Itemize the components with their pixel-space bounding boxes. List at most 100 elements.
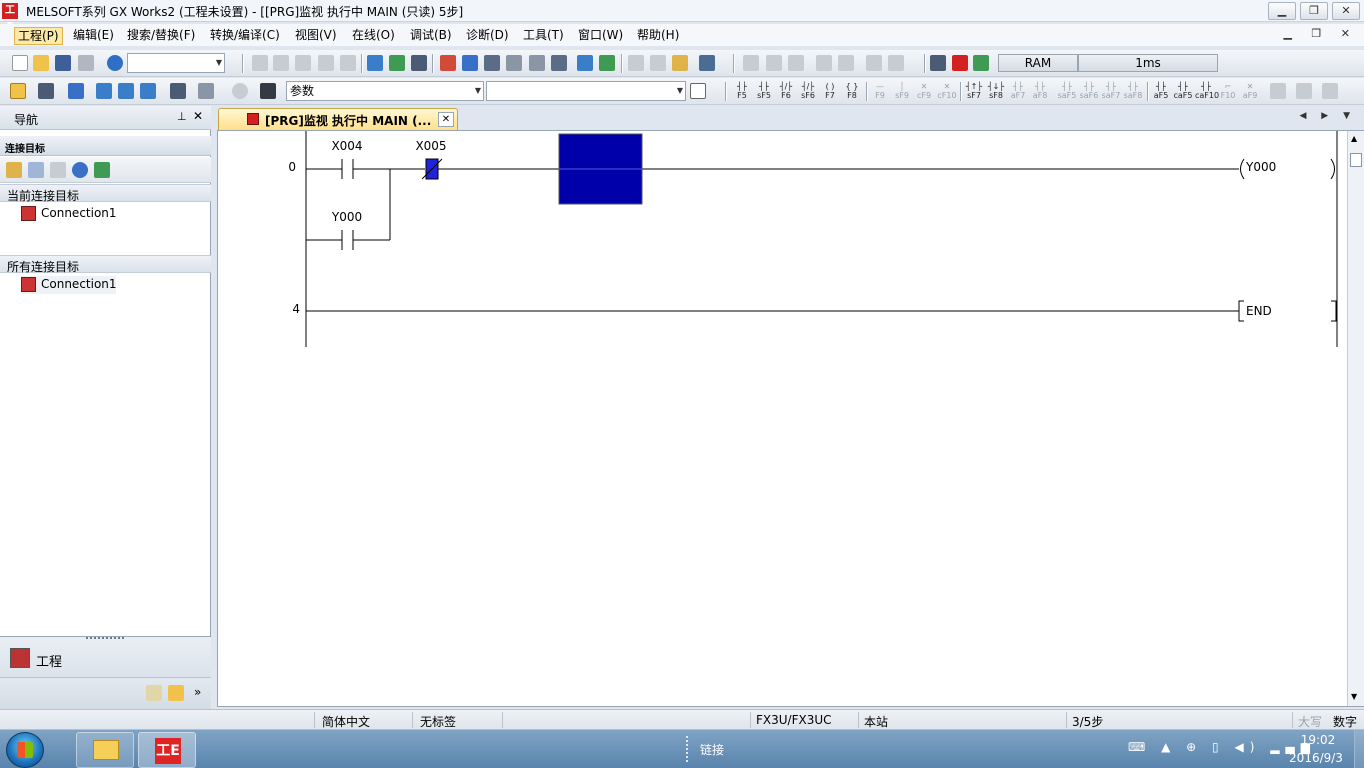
dev-window-1-icon[interactable] xyxy=(96,83,112,99)
fkey-f6[interactable]: ┤/├ F6 xyxy=(777,82,795,100)
plc-status-icon[interactable] xyxy=(930,55,946,71)
dev-test-icon[interactable] xyxy=(599,55,615,71)
read-plc-icon[interactable] xyxy=(462,55,478,71)
watch-window-icon[interactable] xyxy=(170,83,186,99)
minimize-button[interactable]: ▁ xyxy=(1268,2,1296,20)
menu-convert-compile[interactable]: 转换/编译(C) xyxy=(207,27,283,45)
menu-debug[interactable]: 调试(B) xyxy=(407,27,455,45)
navigation-toggle-icon[interactable] xyxy=(10,83,26,99)
fkey-f8[interactable]: { } F8 xyxy=(843,82,861,100)
run-icon[interactable] xyxy=(973,55,989,71)
breakpoint-icon[interactable] xyxy=(650,55,666,71)
info-icon[interactable] xyxy=(72,162,88,178)
ladder-edit-icon[interactable] xyxy=(1296,83,1312,99)
mdi-window-controls[interactable]: ▁ ❐ ✕ xyxy=(1283,27,1358,40)
restore-button[interactable]: ❐ xyxy=(1300,2,1328,20)
pin-icon[interactable]: ⊥ xyxy=(177,110,187,123)
device-list-icon[interactable] xyxy=(389,55,405,71)
binoculars-icon[interactable] xyxy=(260,83,276,99)
vertical-scrollbar[interactable]: ▲ ▼ xyxy=(1347,131,1364,706)
verify-plc-icon[interactable] xyxy=(484,55,500,71)
project-view-button[interactable]: 工程 xyxy=(36,651,62,670)
fkey-saf8[interactable]: ┤├ saF8 xyxy=(1123,82,1143,100)
links-toolbar[interactable]: 链接 xyxy=(700,741,724,758)
device-combo[interactable] xyxy=(486,81,686,101)
menu-tools[interactable]: 工具(T) xyxy=(520,27,567,45)
fkey-af9[interactable]: ✕ aF9 xyxy=(1241,82,1259,100)
document-icon[interactable] xyxy=(690,83,706,99)
ladder-delete-icon[interactable] xyxy=(788,55,804,71)
fkey-sf8[interactable]: ┤↓├ sF8 xyxy=(987,82,1005,100)
paste-connection-icon[interactable] xyxy=(50,162,66,178)
all-connection-item[interactable]: Connection1 xyxy=(21,276,117,294)
print-icon[interactable] xyxy=(78,55,94,71)
find-window-icon[interactable] xyxy=(198,83,214,99)
save-icon[interactable] xyxy=(55,55,71,71)
stop-icon[interactable] xyxy=(952,55,968,71)
monitor-stop-icon[interactable] xyxy=(551,55,567,71)
dev-window-3-icon[interactable] xyxy=(140,83,156,99)
fkey-f9[interactable]: — F9 xyxy=(871,82,889,100)
ladder-branch-icon[interactable] xyxy=(766,55,782,71)
menu-window[interactable]: 窗口(W) xyxy=(575,27,626,45)
open-folder-icon[interactable] xyxy=(33,55,49,71)
fkey-af5[interactable]: ┤├ aF5 xyxy=(1152,82,1170,100)
menu-diagnostics[interactable]: 诊断(D) xyxy=(463,27,512,45)
dev-monitor-icon[interactable] xyxy=(577,55,593,71)
redo-icon[interactable] xyxy=(340,55,356,71)
device-batch-icon[interactable] xyxy=(367,55,383,71)
refresh-icon[interactable] xyxy=(94,162,110,178)
fkey-af8[interactable]: ┤├ aF8 xyxy=(1031,82,1049,100)
close-button[interactable]: ✕ xyxy=(1332,2,1360,20)
param-combo[interactable]: 参数 xyxy=(286,81,484,101)
fkey-saf6[interactable]: ┤├ saF6 xyxy=(1079,82,1099,100)
menu-online[interactable]: 在线(O) xyxy=(349,27,398,45)
menu-view[interactable]: 视图(V) xyxy=(292,27,340,45)
connection-destination-icon[interactable] xyxy=(168,685,184,701)
taskbar-explorer[interactable] xyxy=(76,732,134,768)
menu-project[interactable]: 工程(P) xyxy=(14,27,63,45)
tab-navigation-arrows[interactable]: ◀ ▶ ▼ xyxy=(1300,111,1357,121)
write-plc-icon[interactable] xyxy=(440,55,456,71)
coil-label-y000[interactable]: Y000 xyxy=(1245,160,1276,174)
scroll-up-icon[interactable]: ▲ xyxy=(1351,134,1357,143)
fkey-af7[interactable]: ┤├ aF7 xyxy=(1009,82,1027,100)
start-button[interactable] xyxy=(6,732,44,768)
new-file-icon[interactable] xyxy=(12,55,28,71)
scrollbar-thumb[interactable] xyxy=(1350,153,1362,167)
taskbar-gx-works[interactable]: 工E xyxy=(138,732,196,768)
current-connection-group[interactable]: 当前连接目标 xyxy=(0,184,211,203)
fkey-f7[interactable]: ( ) F7 xyxy=(821,82,839,100)
step-run-icon[interactable] xyxy=(672,55,688,71)
more-chevron-icon[interactable]: » xyxy=(194,685,201,699)
ladder-editor[interactable]: 0 X004 X005 Y000 Y000 4 END xyxy=(217,130,1364,707)
copy-connection-icon[interactable] xyxy=(28,162,44,178)
clock-time[interactable]: 19:02 xyxy=(1290,733,1346,747)
undo-icon[interactable] xyxy=(318,55,334,71)
watch-icon[interactable] xyxy=(628,55,644,71)
end-instruction[interactable]: END xyxy=(1246,304,1272,318)
question-icon[interactable] xyxy=(232,83,248,99)
ladder-insert-icon[interactable] xyxy=(743,55,759,71)
fkey-caf5[interactable]: ┤├ caF5 xyxy=(1173,82,1193,100)
display-icon[interactable] xyxy=(699,55,715,71)
all-connections-group[interactable]: 所有连接目标 xyxy=(0,255,211,274)
toolbar-combo[interactable] xyxy=(127,53,225,73)
clock-date[interactable]: 2016/9/3 xyxy=(1282,751,1350,765)
menu-edit[interactable]: 编辑(E) xyxy=(70,27,117,45)
device-register-icon[interactable] xyxy=(411,55,427,71)
tab-close-button[interactable]: ✕ xyxy=(438,112,454,127)
splitter-grip[interactable] xyxy=(86,637,124,641)
menu-help[interactable]: 帮助(H) xyxy=(634,27,682,45)
ladder-note-icon[interactable] xyxy=(888,55,904,71)
scroll-down-icon[interactable]: ▼ xyxy=(1351,692,1357,701)
paste-icon[interactable] xyxy=(295,55,311,71)
fkey-f10[interactable]: ⌐ F10 xyxy=(1219,82,1237,100)
fkey-sf6[interactable]: ┤/├ sF6 xyxy=(799,82,817,100)
element-selection-icon[interactable] xyxy=(38,83,54,99)
menu-find-replace[interactable]: 搜索/替换(F) xyxy=(124,27,198,45)
navigation-close-button[interactable]: ✕ xyxy=(193,109,203,123)
toolbar-grip[interactable] xyxy=(686,736,690,762)
add-connection-icon[interactable] xyxy=(6,162,22,178)
ladder-edit2-icon[interactable] xyxy=(1322,83,1338,99)
